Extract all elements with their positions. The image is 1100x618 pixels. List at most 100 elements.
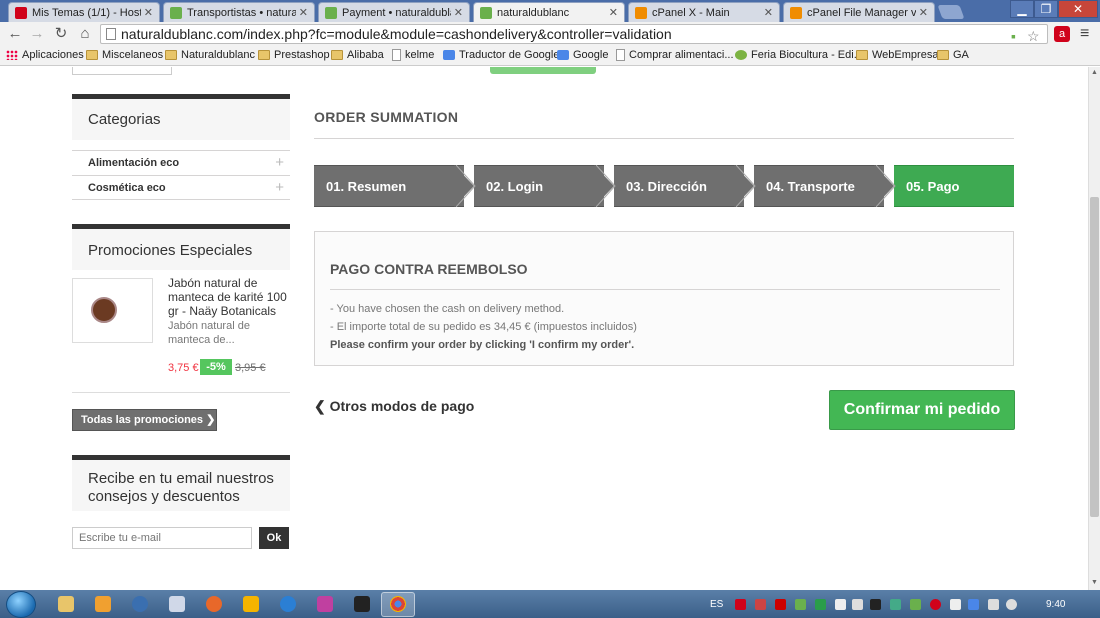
- window-close-button[interactable]: ✕: [1058, 0, 1098, 18]
- bookmark-aplicaciones[interactable]: Aplicaciones: [6, 49, 84, 61]
- forward-arrow-icon[interactable]: →: [28, 25, 46, 43]
- product-name-link[interactable]: Jabón natural de manteca de karité 100 g…: [168, 276, 290, 318]
- bookmark-ga[interactable]: GA: [937, 49, 969, 61]
- firefox-icon[interactable]: [206, 596, 222, 612]
- bookmark-miscelaneos[interactable]: Miscelaneos: [86, 49, 163, 61]
- maximize-button[interactable]: ❐: [1034, 0, 1058, 18]
- close-icon[interactable]: ✕: [454, 6, 463, 19]
- bookmark-naturaldublanc[interactable]: Naturaldublanc: [165, 49, 255, 61]
- chevron-right-icon: ❯: [206, 414, 216, 426]
- category-cosmetica[interactable]: Cosmética eco +: [72, 175, 290, 200]
- product-image[interactable]: [72, 278, 153, 343]
- expand-plus-icon[interactable]: +: [275, 151, 284, 175]
- tray-icon[interactable]: [755, 599, 766, 610]
- step-pago[interactable]: 05. Pago: [894, 165, 1014, 207]
- tray-icon[interactable]: [930, 599, 941, 610]
- network-signal-icon[interactable]: [988, 599, 999, 610]
- newsletter-email-input[interactable]: [72, 527, 252, 549]
- bookmark-label: WebEmpresa: [872, 49, 939, 61]
- bookmark-prestashop[interactable]: Prestashop: [258, 49, 330, 61]
- close-icon[interactable]: ✕: [764, 6, 773, 19]
- tray-icon[interactable]: [852, 599, 863, 610]
- tray-icon[interactable]: [890, 599, 901, 610]
- bookmark-label: GA: [953, 49, 969, 61]
- flag-tray-icon[interactable]: [835, 599, 846, 610]
- explorer-icon[interactable]: [58, 596, 74, 612]
- close-icon[interactable]: ✕: [299, 6, 308, 19]
- translate-icon: [443, 50, 455, 60]
- reload-icon[interactable]: ↻: [52, 25, 70, 43]
- step-resumen[interactable]: 01. Resumen: [314, 165, 464, 207]
- start-button[interactable]: [6, 591, 36, 618]
- home-icon[interactable]: ⌂: [76, 25, 94, 43]
- checkout-steps: 01. Resumen 02. Login 03. Dirección 04. …: [314, 165, 1014, 207]
- bookmark-biocultura[interactable]: Feria Biocultura - Edi...: [735, 49, 863, 61]
- promotions-title: Promociones Especiales: [72, 224, 290, 270]
- hosting-favicon-icon: [15, 6, 27, 19]
- tray-icon[interactable]: [870, 599, 881, 610]
- tab-payment[interactable]: Payment • naturaldublanc ✕: [318, 2, 470, 22]
- tab-transportistas[interactable]: Transportistas • naturaldu ✕: [163, 2, 315, 22]
- system-clock[interactable]: 9:40: [1046, 599, 1065, 610]
- new-tab-button[interactable]: [937, 5, 965, 19]
- chrome-icon[interactable]: [390, 596, 406, 612]
- close-icon[interactable]: ✕: [144, 6, 153, 19]
- language-indicator[interactable]: ES: [710, 599, 723, 610]
- scroll-down-icon[interactable]: ▼: [1091, 579, 1098, 586]
- tray-icon[interactable]: [815, 599, 826, 610]
- back-link-label: Otros modos de pago: [329, 398, 475, 414]
- page-scrollbar[interactable]: ▲ ▼: [1088, 67, 1100, 590]
- bookmark-webempresa[interactable]: WebEmpresa: [856, 49, 938, 61]
- bookmark-comprar[interactable]: Comprar alimentaci...: [616, 49, 734, 61]
- media-player-icon[interactable]: [95, 596, 111, 612]
- prestashop-extension-icon[interactable]: ▪: [1011, 28, 1016, 44]
- acrobat-tray-icon[interactable]: [775, 599, 786, 610]
- internet-explorer-icon[interactable]: [280, 596, 296, 612]
- close-icon[interactable]: ✕: [609, 6, 618, 19]
- category-label: Alimentación eco: [88, 157, 180, 169]
- app-icon[interactable]: [354, 596, 370, 612]
- tray-icon[interactable]: [950, 599, 961, 610]
- bookmark-traductor[interactable]: Traductor de Google: [443, 49, 559, 61]
- all-promotions-button[interactable]: Todas las promociones ❯: [72, 409, 217, 431]
- category-alimentacion[interactable]: Alimentación eco +: [72, 150, 290, 175]
- scroll-thumb[interactable]: [1090, 197, 1099, 517]
- mail-icon[interactable]: [169, 596, 185, 612]
- expand-plus-icon[interactable]: +: [275, 176, 284, 200]
- back-arrow-icon[interactable]: ←: [6, 25, 24, 43]
- tab-title: cPanel X - Main: [652, 6, 730, 19]
- step-direccion[interactable]: 03. Dirección: [614, 165, 744, 207]
- app-icon[interactable]: [132, 596, 148, 612]
- bookmark-kelme[interactable]: kelme: [392, 49, 434, 61]
- bookmark-alibaba[interactable]: Alibaba: [331, 49, 384, 61]
- tab-mis-temas[interactable]: Mis Temas (1/1) - Hosting ✕: [8, 2, 160, 22]
- tab-title: cPanel File Manager v3: [807, 6, 916, 19]
- volume-icon[interactable]: [1006, 599, 1017, 610]
- bookmark-label: Feria Biocultura - Edi...: [751, 49, 863, 61]
- scroll-up-icon[interactable]: ▲: [1091, 69, 1098, 76]
- antivirus-extension-icon[interactable]: a: [1054, 26, 1070, 42]
- app-icon[interactable]: [243, 596, 259, 612]
- other-payment-methods-link[interactable]: ❮ Otros modos de pago: [314, 398, 474, 415]
- minimize-button[interactable]: ▁: [1010, 0, 1034, 18]
- step-chevron-icon: [454, 165, 476, 207]
- tab-cpanel-file-manager[interactable]: cPanel File Manager v3 ✕: [783, 2, 935, 22]
- browser-menu-icon[interactable]: ≡: [1080, 25, 1089, 43]
- address-bar[interactable]: naturaldublanc.com/index.php?fc=module&m…: [100, 24, 1048, 44]
- step-transporte[interactable]: 04. Transporte: [754, 165, 884, 207]
- tray-icon[interactable]: [968, 599, 979, 610]
- close-icon[interactable]: ✕: [919, 6, 928, 19]
- antivirus-tray-icon[interactable]: [735, 599, 746, 610]
- cutoff-dropdown: [72, 67, 172, 75]
- bookmark-star-icon[interactable]: ☆: [1027, 28, 1040, 44]
- product-description: Jabón natural de manteca de...: [168, 320, 250, 346]
- step-login[interactable]: 02. Login: [474, 165, 604, 207]
- tray-icon[interactable]: [795, 599, 806, 610]
- tab-naturaldublanc[interactable]: naturaldublanc ✕: [473, 2, 625, 22]
- bookmark-google[interactable]: Google: [557, 49, 608, 61]
- confirm-order-button[interactable]: Confirmar mi pedido: [829, 390, 1015, 430]
- newsletter-ok-button[interactable]: Ok: [259, 527, 289, 549]
- app-icon[interactable]: [317, 596, 333, 612]
- tab-cpanel-main[interactable]: cPanel X - Main ✕: [628, 2, 780, 22]
- tray-icon[interactable]: [910, 599, 921, 610]
